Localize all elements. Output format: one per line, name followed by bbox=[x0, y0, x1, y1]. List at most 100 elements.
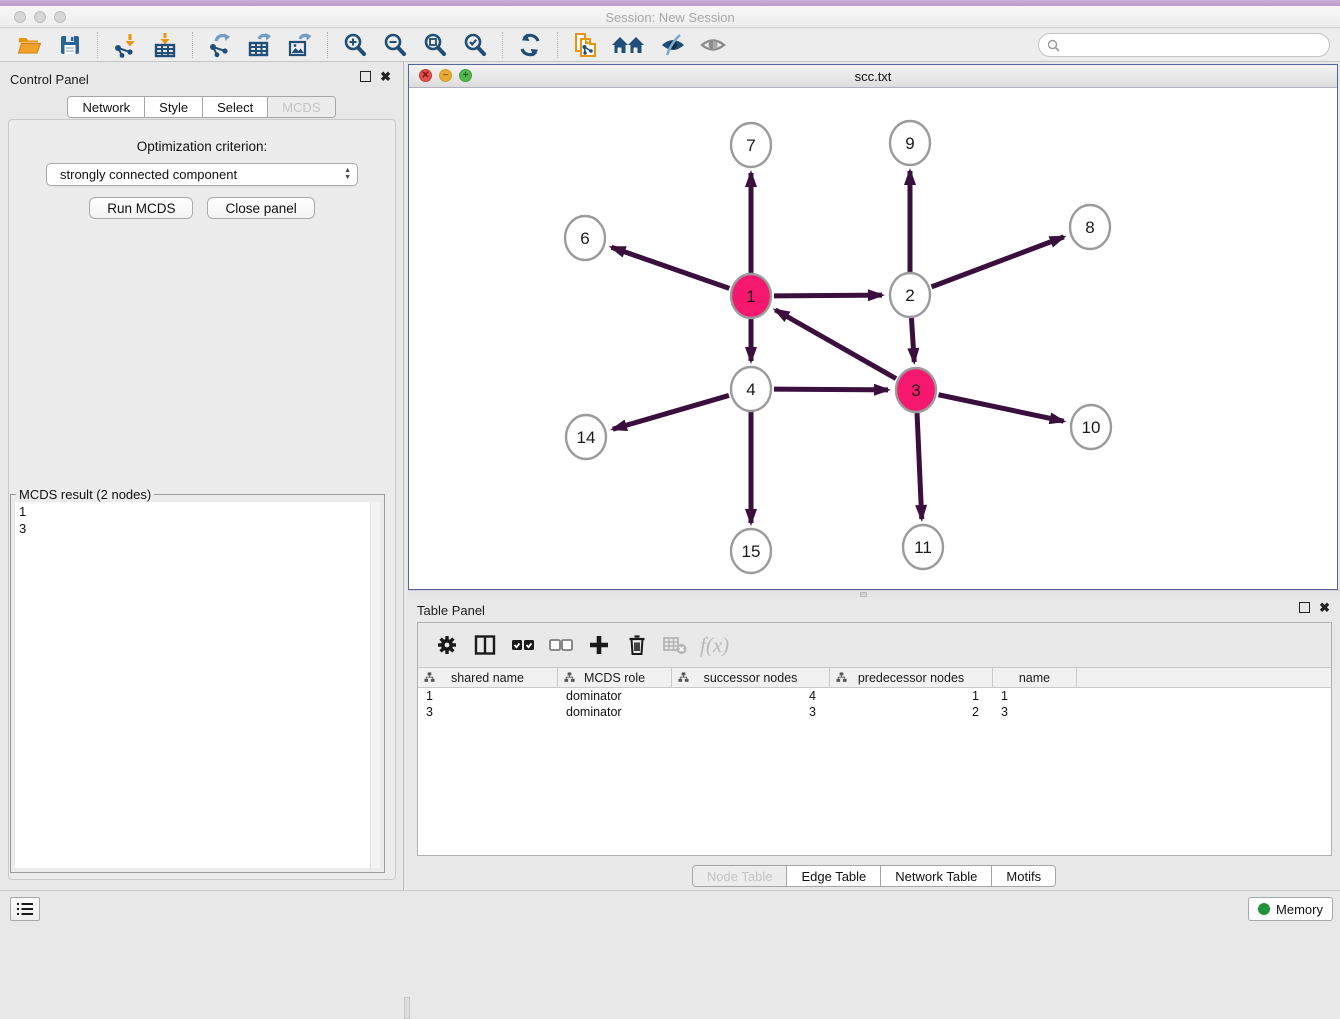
zoom-in-icon[interactable] bbox=[340, 31, 370, 59]
node-3[interactable]: 3 bbox=[896, 368, 936, 412]
memory-label: Memory bbox=[1276, 902, 1323, 917]
tab-network-table[interactable]: Network Table bbox=[881, 866, 992, 886]
split-divider-horizontal[interactable] bbox=[408, 590, 1340, 597]
delete-trash-icon[interactable] bbox=[620, 630, 654, 660]
table-header-row: shared nameMCDS rolesuccessor nodesprede… bbox=[418, 668, 1331, 688]
close-panel-icon[interactable]: ✖ bbox=[380, 71, 391, 82]
zoom-out-icon[interactable] bbox=[380, 31, 410, 59]
cell-shared-name[interactable]: 1 bbox=[418, 688, 558, 704]
network-graph: 1 2 3 4 6 7 8 9 10 11 14 15 bbox=[409, 88, 1337, 589]
node-15[interactable]: 15 bbox=[731, 529, 771, 573]
cell-successor-nodes[interactable]: 4 bbox=[672, 688, 830, 704]
svg-text:3: 3 bbox=[911, 381, 920, 400]
task-history-button[interactable] bbox=[10, 897, 40, 921]
cell-successor-nodes[interactable]: 3 bbox=[672, 704, 830, 720]
float-table-panel-icon[interactable] bbox=[1299, 602, 1310, 613]
hide-eye-icon[interactable] bbox=[658, 31, 688, 59]
show-eye-icon[interactable] bbox=[698, 31, 728, 59]
edge-4-14[interactable] bbox=[613, 395, 729, 429]
copy-network-icon[interactable] bbox=[570, 31, 600, 59]
status-bar: Memory bbox=[0, 890, 1340, 926]
dropdown-value: strongly connected component bbox=[60, 167, 237, 182]
network-canvas[interactable]: 1 2 3 4 6 7 8 9 10 11 14 15 bbox=[409, 88, 1337, 589]
cell-shared-name[interactable]: 3 bbox=[418, 704, 558, 720]
column-header-name[interactable]: name bbox=[993, 668, 1077, 687]
mcds-result-title: MCDS result (2 nodes) bbox=[16, 487, 154, 502]
mcds-result-text[interactable]: 1 3 bbox=[15, 502, 370, 868]
node-4[interactable]: 4 bbox=[731, 367, 771, 411]
cell-name[interactable]: 1 bbox=[993, 688, 1077, 704]
cell-MCDS-role[interactable]: dominator bbox=[558, 688, 672, 704]
svg-text:11: 11 bbox=[914, 538, 932, 557]
close-panel-button[interactable]: Close panel bbox=[207, 197, 314, 219]
home-icon[interactable] bbox=[610, 31, 648, 59]
memory-button[interactable]: Memory bbox=[1248, 897, 1333, 921]
import-network-icon[interactable] bbox=[110, 31, 140, 59]
network-window-titlebar[interactable]: ✕ − + scc.txt bbox=[409, 65, 1337, 88]
control-panel-tabbar: NetworkStyleSelectMCDS bbox=[0, 96, 403, 118]
select-none-unchecked-icon[interactable] bbox=[544, 630, 578, 660]
refresh-icon[interactable] bbox=[515, 31, 545, 59]
mcds-result-groupbox: MCDS result (2 nodes) 1 3 bbox=[10, 494, 385, 873]
add-column-plus-icon[interactable] bbox=[582, 630, 616, 660]
control-panel-title: Control Panel bbox=[10, 72, 89, 87]
split-view-icon[interactable] bbox=[468, 630, 502, 660]
column-header-MCDS-role[interactable]: MCDS role bbox=[558, 668, 672, 687]
edge-3-11[interactable] bbox=[917, 413, 922, 519]
save-icon[interactable] bbox=[55, 31, 85, 59]
export-image-icon[interactable] bbox=[285, 31, 315, 59]
optimization-criterion-select[interactable]: strongly connected component ▲▼ bbox=[46, 163, 358, 186]
column-header-successor-nodes[interactable]: successor nodes bbox=[672, 668, 830, 687]
table-row[interactable]: 1dominator411 bbox=[418, 688, 1331, 704]
run-mcds-button[interactable]: Run MCDS bbox=[89, 197, 193, 219]
cell-MCDS-role[interactable]: dominator bbox=[558, 704, 672, 720]
tab-mcds[interactable]: MCDS bbox=[268, 97, 334, 117]
edge-2-3[interactable] bbox=[911, 318, 914, 362]
edge-2-8[interactable] bbox=[932, 237, 1064, 287]
edge-3-10[interactable] bbox=[939, 395, 1064, 421]
folder-open-icon[interactable] bbox=[15, 31, 45, 59]
search-input[interactable] bbox=[1038, 33, 1330, 57]
node-9[interactable]: 9 bbox=[890, 121, 930, 165]
tab-network[interactable]: Network bbox=[68, 97, 145, 117]
tab-node-table[interactable]: Node Table bbox=[693, 866, 788, 886]
svg-text:8: 8 bbox=[1085, 218, 1094, 237]
node-8[interactable]: 8 bbox=[1070, 205, 1110, 249]
cell-predecessor-nodes[interactable]: 1 bbox=[830, 688, 993, 704]
table-row[interactable]: 3dominator323 bbox=[418, 704, 1331, 720]
edge-1-6[interactable] bbox=[611, 247, 729, 288]
node-14[interactable]: 14 bbox=[566, 415, 606, 459]
select-all-checked-icon[interactable] bbox=[506, 630, 540, 660]
column-header-shared-name[interactable]: shared name bbox=[418, 668, 558, 687]
import-table-icon[interactable] bbox=[150, 31, 180, 59]
edge-4-3[interactable] bbox=[774, 389, 888, 390]
column-header-predecessor-nodes[interactable]: predecessor nodes bbox=[830, 668, 993, 687]
svg-text:1: 1 bbox=[746, 287, 755, 306]
tab-motifs[interactable]: Motifs bbox=[992, 866, 1055, 886]
zoom-selected-icon[interactable] bbox=[460, 31, 490, 59]
toolbar-separator bbox=[557, 32, 558, 58]
node-7[interactable]: 7 bbox=[731, 123, 771, 167]
cell-name[interactable]: 3 bbox=[993, 704, 1077, 720]
node-11[interactable]: 11 bbox=[903, 525, 943, 569]
divider-handle-vertical[interactable] bbox=[404, 997, 410, 1019]
edge-3-1[interactable] bbox=[775, 310, 896, 379]
memory-status-icon bbox=[1258, 903, 1270, 915]
cell-predecessor-nodes[interactable]: 2 bbox=[830, 704, 993, 720]
float-panel-icon[interactable] bbox=[360, 71, 371, 82]
settings-gear-icon[interactable] bbox=[430, 630, 464, 660]
node-1[interactable]: 1 bbox=[731, 274, 771, 318]
tab-select[interactable]: Select bbox=[203, 97, 268, 117]
node-10[interactable]: 10 bbox=[1071, 405, 1111, 449]
zoom-fit-icon[interactable] bbox=[420, 31, 450, 59]
tab-style[interactable]: Style bbox=[145, 97, 203, 117]
export-table-icon[interactable] bbox=[245, 31, 275, 59]
close-table-panel-icon[interactable]: ✖ bbox=[1319, 602, 1330, 613]
edge-1-2[interactable] bbox=[774, 295, 882, 296]
mcds-result-scrollbar[interactable] bbox=[370, 502, 380, 868]
tab-edge-table[interactable]: Edge Table bbox=[787, 866, 881, 886]
node-6[interactable]: 6 bbox=[565, 216, 605, 260]
export-network-icon[interactable] bbox=[205, 31, 235, 59]
node-2[interactable]: 2 bbox=[890, 273, 930, 317]
table-rows: 1dominator4113dominator323 bbox=[418, 688, 1331, 720]
